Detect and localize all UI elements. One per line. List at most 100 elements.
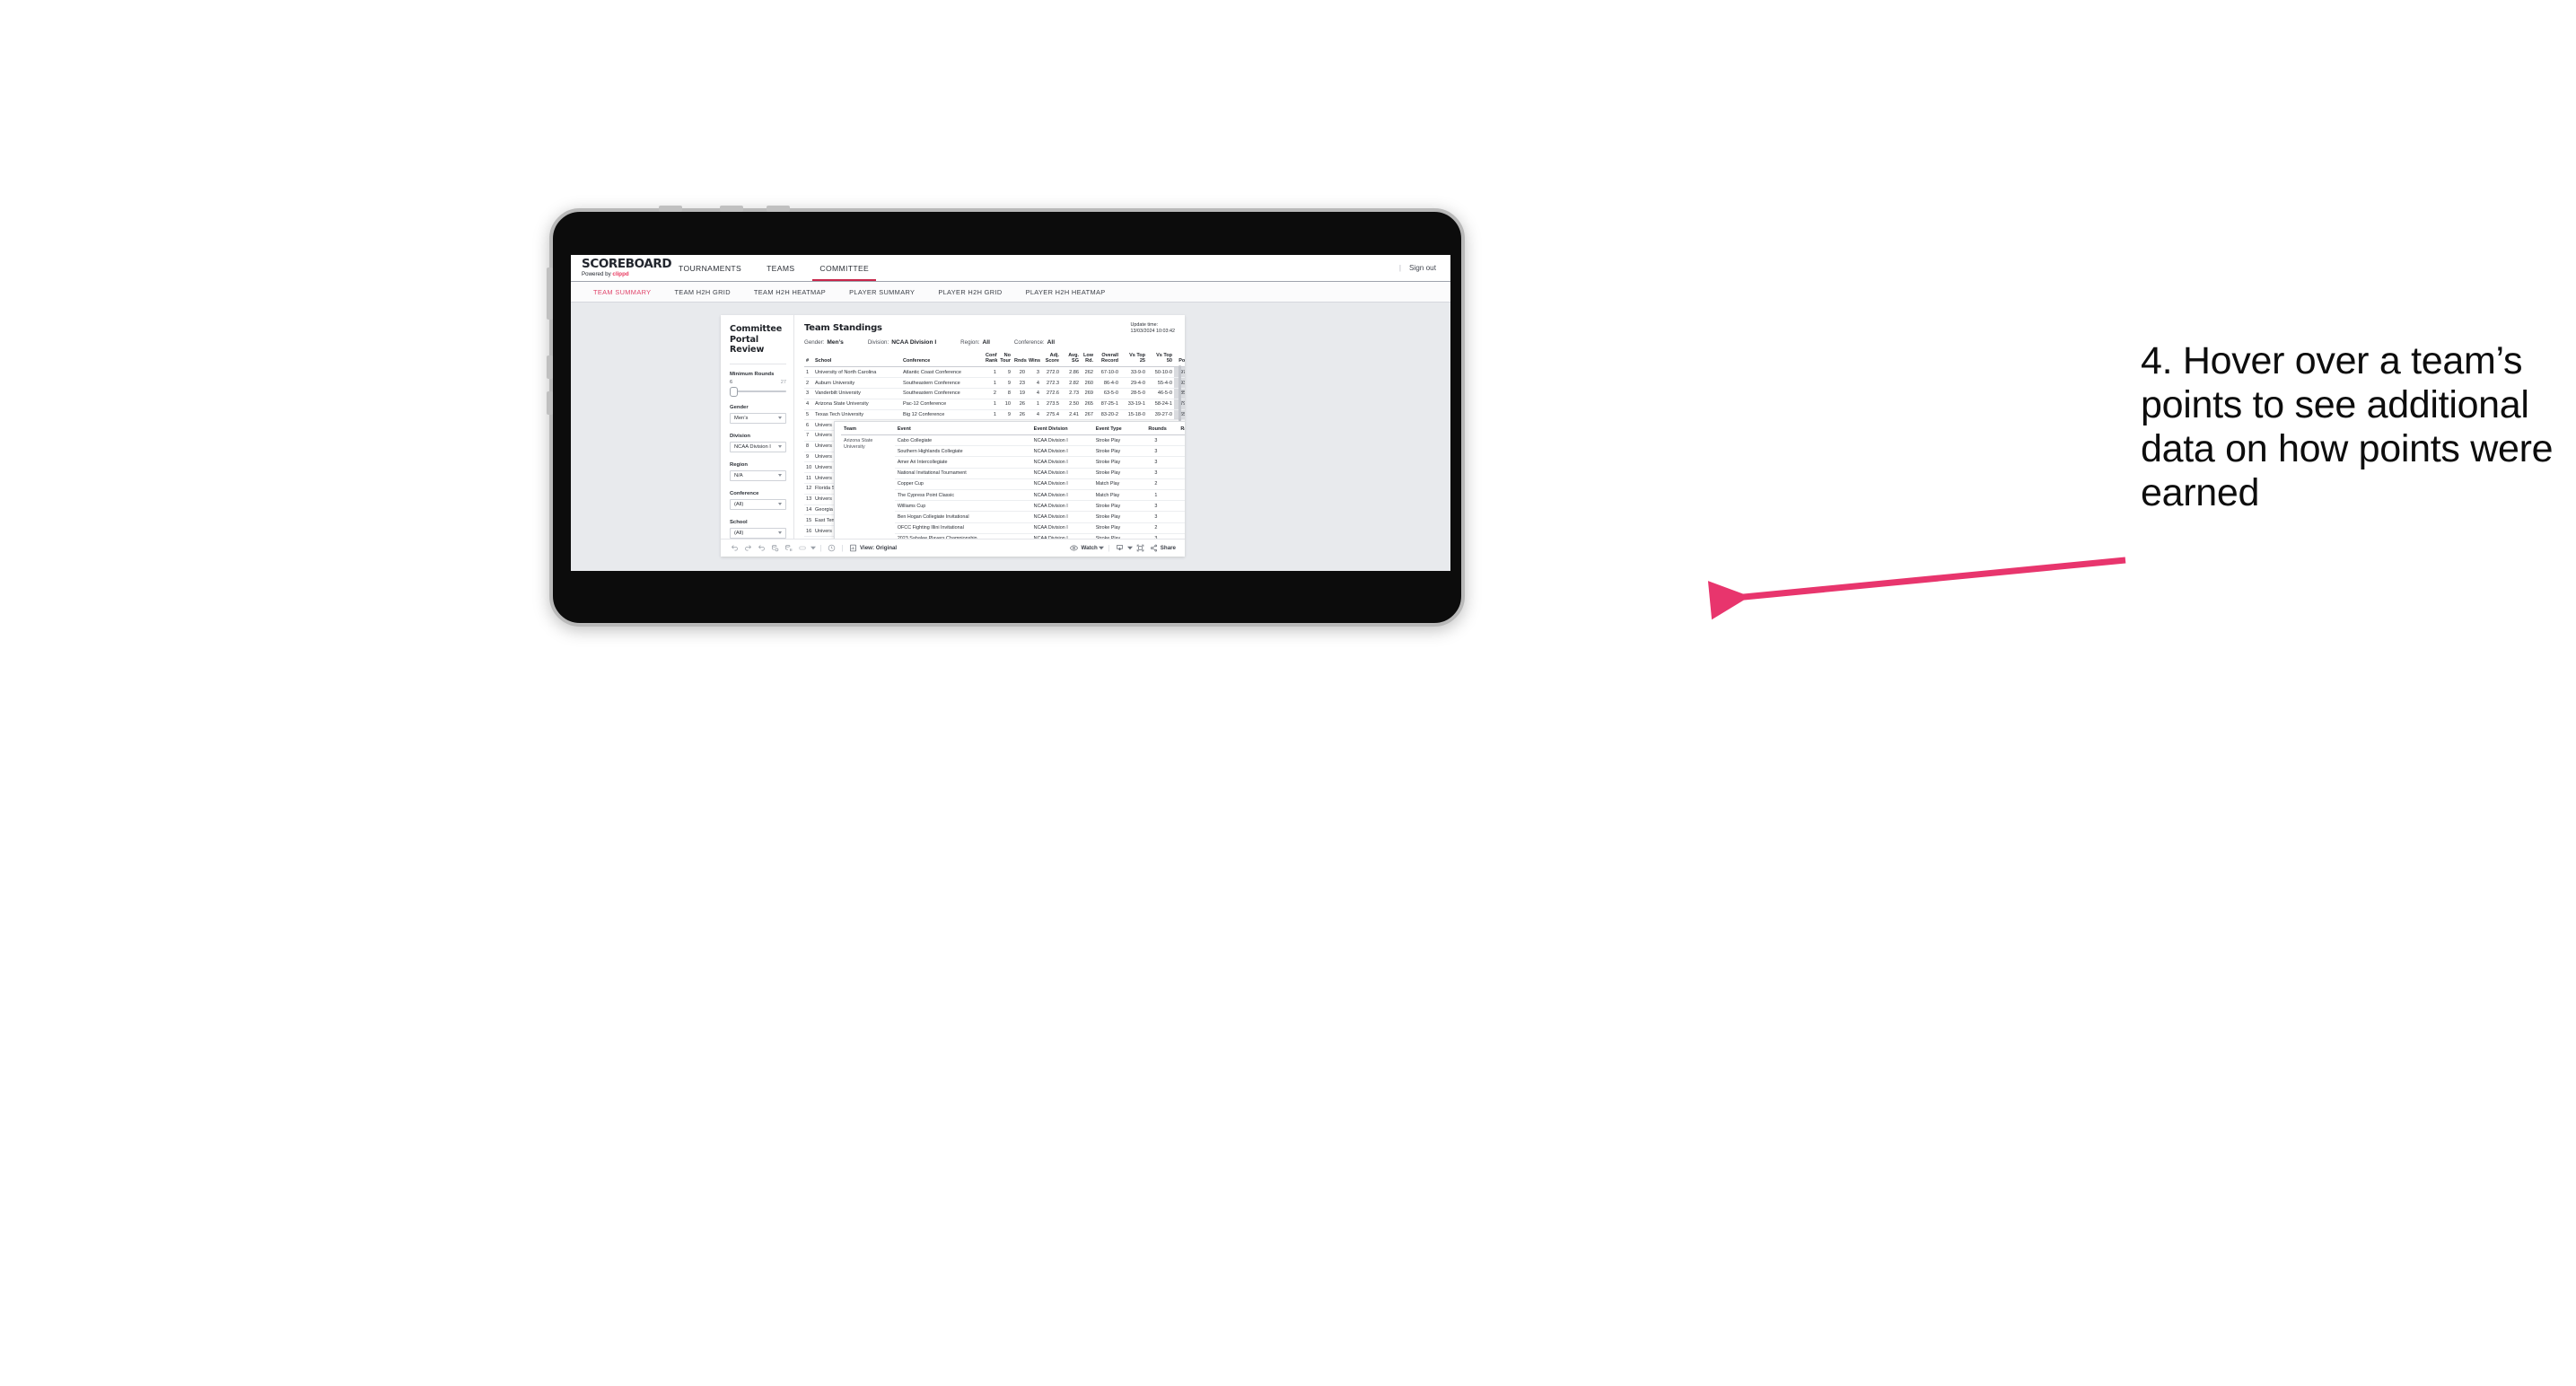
tooltip-rounds: 3 <box>1142 511 1170 523</box>
share-icon[interactable] <box>1147 544 1161 552</box>
history-icon[interactable] <box>825 544 838 552</box>
tooltip-rank-impact: + 0 <box>1169 500 1185 513</box>
view-icon[interactable] <box>846 544 860 552</box>
col-conf-rank[interactable]: Conf Rank <box>984 353 998 368</box>
share-label[interactable]: Share <box>1161 545 1176 551</box>
filter-division: Division NCAA Division I <box>730 434 786 452</box>
school-label: School <box>730 519 748 525</box>
workbook-canvas: Committee Portal Review Minimum Rounds 6… <box>571 303 1450 571</box>
subheader-region-value: All <box>982 339 990 346</box>
tab-team-summary[interactable]: TEAM SUMMARY <box>582 288 662 296</box>
watch-dropdown-icon[interactable] <box>1098 546 1105 550</box>
row-rank: 10 <box>804 461 813 474</box>
fullscreen-icon[interactable] <box>1134 544 1147 552</box>
region-select[interactable]: N/A <box>730 469 786 481</box>
tab-player-h2h-grid[interactable]: PLAYER H2H GRID <box>926 288 1013 296</box>
row-no-tour: 9 <box>998 377 1012 389</box>
tooltip-event-division: NCAA Division I <box>1030 445 1093 458</box>
pause-data-icon[interactable] <box>782 544 795 552</box>
device-button-volume <box>547 268 553 320</box>
redo-icon[interactable] <box>741 544 755 552</box>
highlight-icon[interactable] <box>795 544 809 552</box>
nav-item-committee[interactable]: COMMITTEE <box>807 255 881 281</box>
nav-item-tournaments[interactable]: TOURNAMENTS <box>666 255 754 281</box>
minimum-rounds-slider[interactable] <box>730 386 786 397</box>
update-time: Update time: 13/03/2024 10:03:42 <box>1131 322 1175 335</box>
sheet-toolbar: | | View: Original Watch | Share <box>721 539 1185 557</box>
row-no-tour: 10 <box>998 399 1012 410</box>
col-vs-top-25[interactable]: Vs Top 25 <box>1120 353 1147 368</box>
col-vs-top-50[interactable]: Vs Top 50 <box>1147 353 1174 368</box>
scrollbar-thumb[interactable] <box>1178 365 1181 421</box>
toolbar-divider-1: | <box>819 544 822 552</box>
row-conference: Atlantic Coast Conference <box>901 366 984 379</box>
col-school[interactable]: School <box>813 353 901 368</box>
tooltip-event-type: Match Play <box>1092 478 1143 490</box>
subheader-region: Region: All <box>960 339 990 346</box>
sign-out-link[interactable]: Sign out <box>1409 264 1436 272</box>
division-select[interactable]: NCAA Division I <box>730 441 786 452</box>
row-rnds: 20 <box>1012 366 1027 379</box>
points-tooltip: Team Event Event Division Event Type Rou… <box>834 421 1185 539</box>
school-select[interactable]: (All) <box>730 527 786 539</box>
tooltip-team-name: Arizona State University <box>841 434 895 539</box>
brand-logo[interactable]: SCOREBOARD Powered by clippd <box>571 255 672 281</box>
tab-team-h2h-heatmap[interactable]: TEAM H2H HEATMAP <box>742 288 837 296</box>
slider-rail <box>732 390 786 392</box>
undo-icon[interactable] <box>728 544 741 552</box>
row-conf-rank: 2 <box>984 388 998 399</box>
nav-item-teams[interactable]: TEAMS <box>754 255 807 281</box>
table-row[interactable]: 2 Auburn University Southeastern Conferenc… <box>804 377 1185 389</box>
table-row[interactable]: 4 Arizona State University Pac-12 Conferen… <box>804 399 1185 410</box>
watch-label[interactable]: Watch <box>1081 545 1097 551</box>
chevron-down-icon <box>778 531 782 534</box>
table-row[interactable]: 1 University of North Carolina Atlantic Co… <box>804 366 1185 379</box>
row-rank: 15 <box>804 514 813 527</box>
row-rank: 6 <box>804 419 813 432</box>
col-avg-sg[interactable]: Avg. SG <box>1061 353 1081 368</box>
annotation-text: 4. Hover over a team’s points to see add… <box>2141 339 2554 515</box>
col-conference[interactable]: Conference <box>901 353 984 368</box>
col-adj-score[interactable]: Adj. Score <box>1041 353 1061 368</box>
subheader-division-label: Division: <box>867 339 889 346</box>
conference-select[interactable]: (All) <box>730 498 786 510</box>
watch-icon[interactable] <box>1067 544 1081 552</box>
table-row[interactable]: 3 Vanderbilt University Southeastern Confe… <box>804 388 1185 399</box>
tooltip-rounds: 1 <box>1142 489 1170 502</box>
chevron-down-icon <box>778 503 782 505</box>
view-label[interactable]: View: Original <box>860 545 897 551</box>
division-label: Division <box>730 433 750 439</box>
tooltip-event-type: Stroke Play <box>1092 468 1143 479</box>
tooltip-event-type: Stroke Play <box>1092 456 1143 469</box>
revert-icon[interactable] <box>755 544 768 552</box>
tooltip-rounds: 3 <box>1142 500 1170 513</box>
highlight-dropdown-icon[interactable] <box>809 546 817 550</box>
tooltip-col-team: Team <box>841 426 895 435</box>
table-row[interactable]: 5 Texas Tech University Big 12 Conference 1… <box>804 409 1185 421</box>
col-wins[interactable]: Wins <box>1027 353 1041 368</box>
col-rnds[interactable]: Rnds <box>1012 353 1027 368</box>
tab-team-h2h-grid[interactable]: TEAM H2H GRID <box>662 288 741 296</box>
row-vs-top-50: 46-5-0 <box>1147 388 1174 399</box>
col-rank[interactable]: # <box>804 353 813 368</box>
download-icon[interactable] <box>1113 544 1126 552</box>
col-low-rd[interactable]: Low Rd. <box>1081 353 1095 368</box>
tooltip-event: Copper Cup <box>894 478 1031 490</box>
row-rnds: 23 <box>1012 377 1027 389</box>
tooltip-event-division: NCAA Division I <box>1030 468 1093 479</box>
slider-knob[interactable] <box>730 386 738 397</box>
row-rank: 12 <box>804 483 813 495</box>
refresh-data-icon[interactable] <box>768 544 782 552</box>
row-low-rd: 262 <box>1081 366 1095 379</box>
row-adj-score: 272.0 <box>1041 366 1061 379</box>
tab-player-h2h-heatmap[interactable]: PLAYER H2H HEATMAP <box>1014 288 1117 296</box>
col-overall-record[interactable]: Overall Record <box>1095 353 1120 368</box>
download-dropdown-icon[interactable] <box>1126 546 1134 550</box>
gender-select[interactable]: Men’s <box>730 412 786 424</box>
tooltip-event: The Cypress Point Classic <box>894 489 1031 502</box>
col-no-tour[interactable]: No Tour <box>998 353 1012 368</box>
tooltip-rounds: 2 <box>1142 478 1170 490</box>
chevron-down-icon <box>778 474 782 477</box>
tab-player-summary[interactable]: PLAYER SUMMARY <box>837 288 926 296</box>
row-overall-record: 87-25-1 <box>1095 399 1120 410</box>
